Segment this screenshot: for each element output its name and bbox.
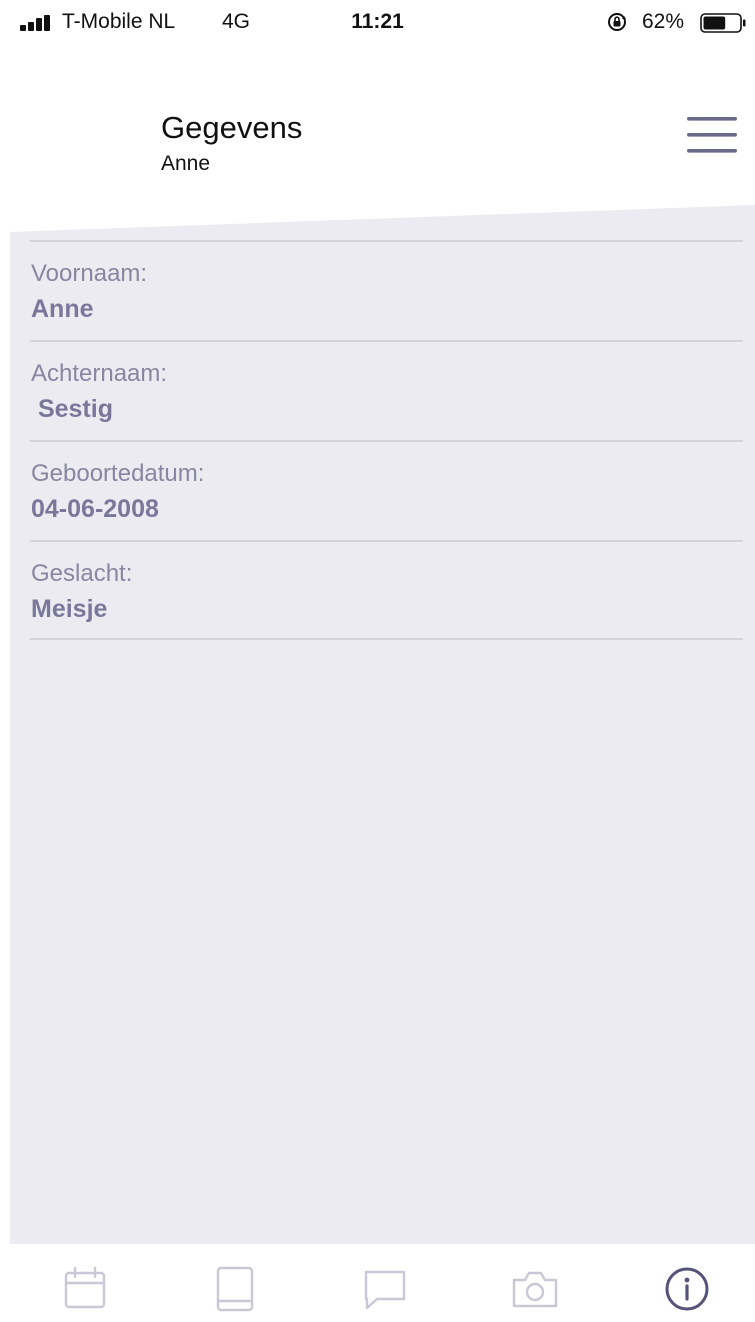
field-label: Achternaam: xyxy=(31,360,168,387)
page-title: Gegevens xyxy=(161,110,303,145)
info-icon xyxy=(665,1267,709,1311)
details-panel: Voornaam: Anne Achternaam: Sestig Geboor… xyxy=(10,205,755,1244)
tab-bar xyxy=(0,1244,755,1322)
book-icon xyxy=(216,1266,254,1312)
tab-camera[interactable] xyxy=(510,1264,560,1314)
battery-icon xyxy=(700,13,746,33)
field-label: Geboortedatum: xyxy=(31,460,205,487)
tab-chat[interactable] xyxy=(360,1264,410,1314)
field-label: Geslacht: xyxy=(31,560,133,587)
chat-icon xyxy=(364,1270,406,1310)
hamburger-menu-icon xyxy=(687,117,737,153)
field-geslacht: Geslacht: Meisje xyxy=(30,540,743,640)
camera-icon xyxy=(512,1271,558,1308)
field-achternaam: Achternaam: Sestig xyxy=(30,340,743,440)
calendar-icon xyxy=(64,1266,106,1309)
page-subtitle: Anne xyxy=(161,152,211,175)
status-bar: T-Mobile NL 4G 11:21 62% xyxy=(0,0,755,48)
field-value: 04-06-2008 xyxy=(31,495,159,523)
field-value: Sestig xyxy=(31,395,113,423)
tab-info[interactable] xyxy=(662,1264,712,1314)
rotation-lock-icon xyxy=(608,13,626,31)
battery-percentage: 62% xyxy=(642,10,685,33)
tab-calendar[interactable] xyxy=(60,1264,110,1314)
field-value: Anne xyxy=(31,295,94,323)
field-label: Voornaam: xyxy=(31,260,148,287)
field-geboortedatum: Geboortedatum: 04-06-2008 xyxy=(30,440,743,540)
menu-button[interactable] xyxy=(684,114,740,158)
tab-book[interactable] xyxy=(210,1264,260,1314)
field-voornaam: Voornaam: Anne xyxy=(30,240,743,340)
field-value: Meisje xyxy=(31,595,108,623)
